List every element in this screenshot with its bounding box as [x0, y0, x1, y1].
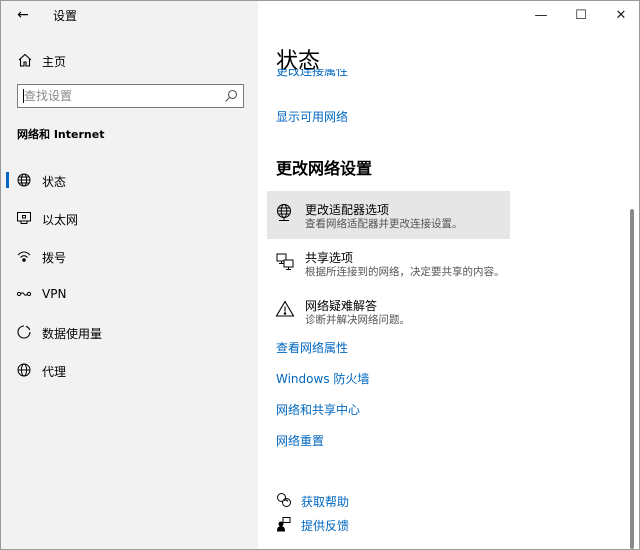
- dialup-icon: [16, 248, 32, 264]
- search-icon[interactable]: [224, 89, 238, 103]
- scrollbar-thumb[interactable]: [630, 209, 634, 549]
- sidebar-item-vpn[interactable]: VPN: [1, 277, 258, 311]
- get-help-link[interactable]: 获取帮助: [301, 493, 349, 510]
- sidebar-item-label: 代理: [42, 363, 66, 380]
- option-description: 根据所连接到的网络，决定要共享的内容。: [305, 264, 505, 279]
- data-usage-icon: [16, 324, 32, 340]
- settings-window: ← 设置 主页 网络和 Internet: [0, 0, 640, 550]
- sidebar: ← 设置 主页 网络和 Internet: [1, 1, 258, 550]
- main-panel: — ☐ ✕ 状态 更改连接属性 显示可用网络 更改网络设置 更改适配器选项 查看…: [258, 1, 640, 550]
- back-arrow-icon: ←: [17, 7, 29, 23]
- view-network-properties-link[interactable]: 查看网络属性: [276, 339, 348, 356]
- sidebar-item-status[interactable]: 状态: [1, 163, 258, 197]
- vpn-icon: [16, 286, 32, 302]
- search-box[interactable]: [17, 84, 244, 108]
- window-controls: — ☐ ✕: [521, 1, 640, 29]
- sidebar-item-label: 以太网: [42, 211, 78, 228]
- change-connection-properties-link[interactable]: 更改连接属性: [276, 69, 348, 79]
- back-button[interactable]: ←: [11, 5, 35, 25]
- sidebar-item-ethernet[interactable]: 以太网: [1, 201, 258, 235]
- minimize-icon: —: [535, 8, 548, 23]
- sidebar-item-label: 数据使用量: [42, 325, 102, 342]
- sidebar-item-home[interactable]: 主页: [1, 46, 258, 74]
- status-globe-icon: [16, 172, 32, 188]
- active-indicator: [6, 172, 9, 188]
- proxy-globe-icon: [16, 362, 32, 378]
- help-chat-icon: [276, 492, 292, 508]
- warning-icon: [275, 299, 295, 319]
- feedback-link[interactable]: 提供反馈: [301, 517, 349, 534]
- adapter-icon: [275, 203, 295, 223]
- sidebar-item-label: 状态: [42, 173, 66, 190]
- clipped-link-area: 更改连接属性: [276, 69, 476, 79]
- network-reset-link[interactable]: 网络重置: [276, 432, 324, 449]
- sidebar-item-dialup[interactable]: 拨号: [1, 239, 258, 273]
- option-sharing[interactable]: 共享选项 根据所连接到的网络，决定要共享的内容。: [267, 239, 510, 287]
- sharing-icon: [275, 251, 295, 271]
- show-available-networks-link[interactable]: 显示可用网络: [276, 108, 348, 125]
- search-input[interactable]: [24, 87, 214, 105]
- option-change-adapter[interactable]: 更改适配器选项 查看网络适配器并更改连接设置。: [267, 191, 510, 239]
- network-sharing-center-link[interactable]: 网络和共享中心: [276, 401, 360, 418]
- maximize-icon: ☐: [575, 8, 587, 23]
- sidebar-item-label: 拨号: [42, 249, 66, 266]
- sidebar-item-proxy[interactable]: 代理: [1, 353, 258, 387]
- sidebar-item-label: VPN: [42, 287, 66, 301]
- sidebar-item-label: 主页: [42, 53, 66, 70]
- feedback-person-icon: [276, 516, 292, 532]
- close-icon: ✕: [616, 8, 627, 23]
- section-title: 网络和 Internet: [17, 126, 104, 142]
- close-button[interactable]: ✕: [601, 1, 640, 29]
- home-icon: [17, 52, 33, 68]
- windows-firewall-link[interactable]: Windows 防火墙: [276, 370, 369, 387]
- section-heading: 更改网络设置: [276, 155, 372, 179]
- option-description: 查看网络适配器并更改连接设置。: [305, 216, 463, 231]
- app-title: 设置: [53, 7, 77, 24]
- maximize-button[interactable]: ☐: [561, 1, 601, 29]
- option-troubleshoot[interactable]: 网络疑难解答 诊断并解决网络问题。: [267, 287, 510, 335]
- minimize-button[interactable]: —: [521, 1, 561, 29]
- option-description: 诊断并解决网络问题。: [305, 312, 410, 327]
- sidebar-item-data-usage[interactable]: 数据使用量: [1, 315, 258, 349]
- ethernet-icon: [16, 210, 32, 226]
